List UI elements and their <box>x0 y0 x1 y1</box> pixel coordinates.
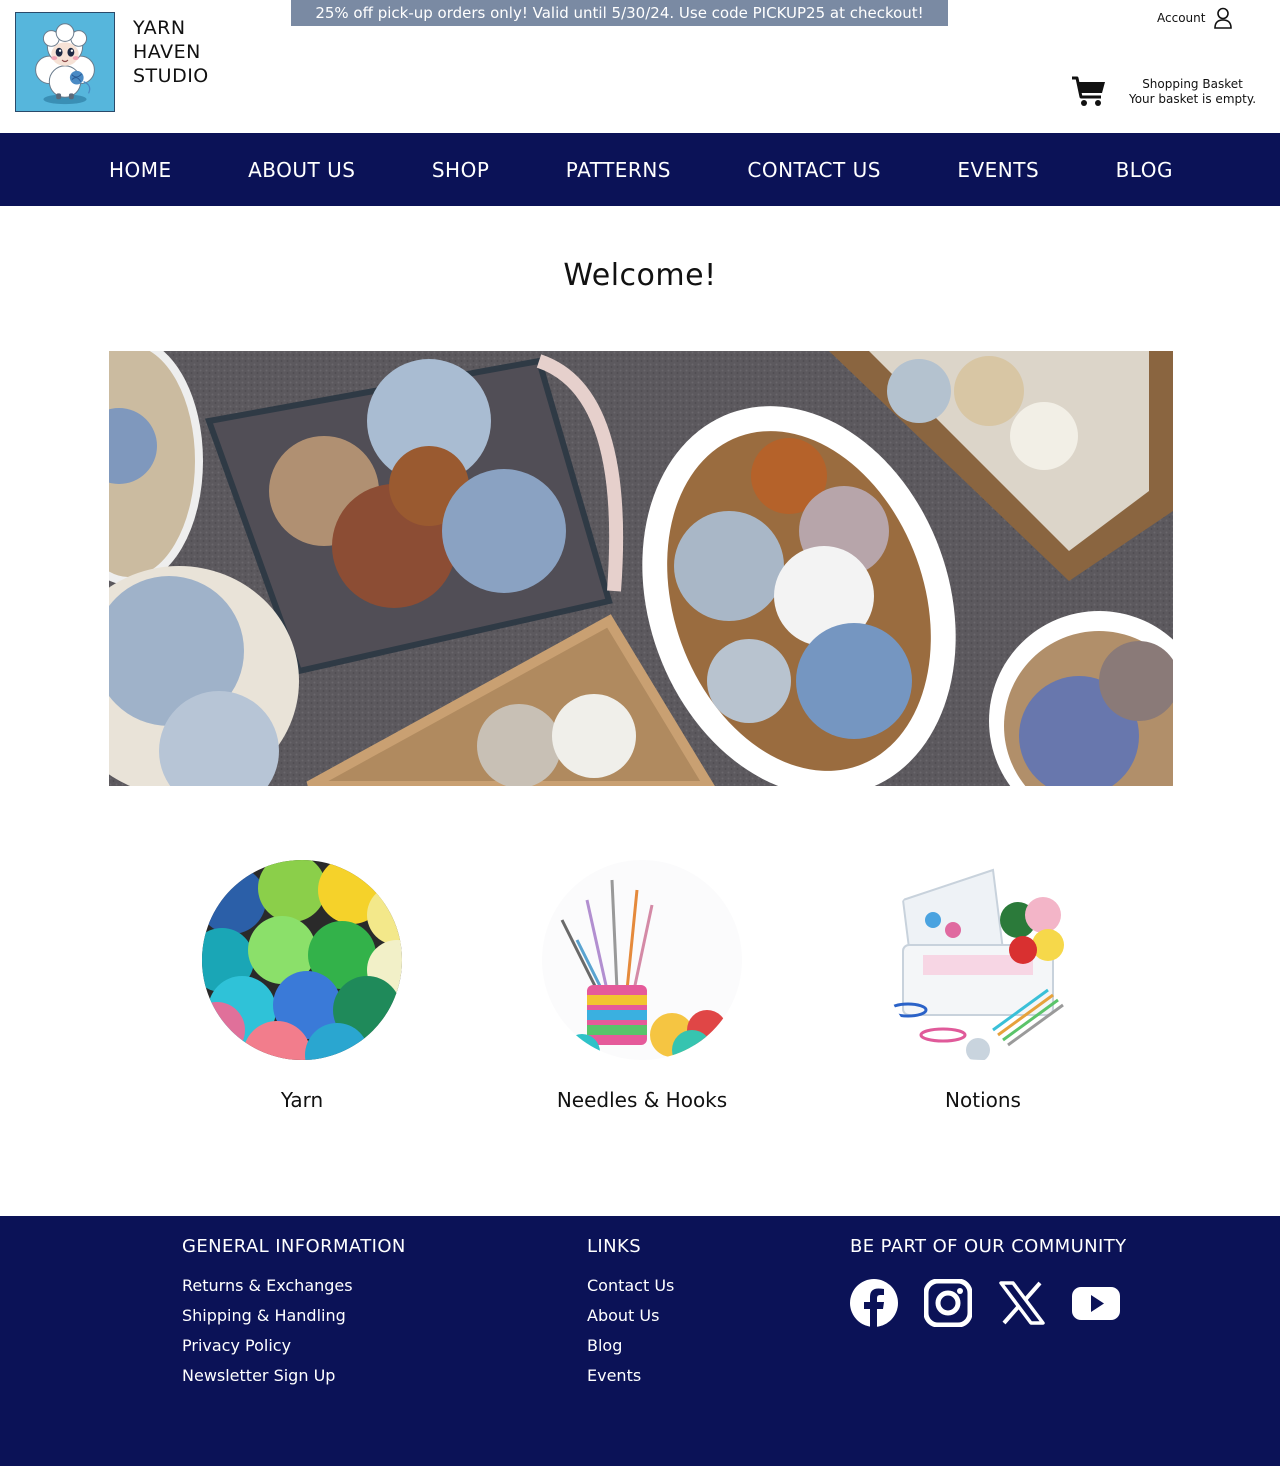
footer-link-blog[interactable]: Blog <box>587 1331 674 1361</box>
footer-link-shipping[interactable]: Shipping & Handling <box>182 1301 406 1331</box>
footer-link-about[interactable]: About Us <box>587 1301 674 1331</box>
footer-heading: LINKS <box>587 1236 642 1257</box>
nav-item-contact-us[interactable]: CONTACT US <box>747 158 881 182</box>
user-icon <box>1214 7 1233 29</box>
brand-name[interactable]: YARN HAVEN STUDIO <box>133 16 209 88</box>
footer-link-privacy[interactable]: Privacy Policy <box>182 1331 406 1361</box>
cart-icon[interactable] <box>1071 73 1107 109</box>
category-label: Needles & Hooks <box>556 1088 728 1112</box>
shopping-basket[interactable]: Shopping Basket Your basket is empty. <box>1115 77 1270 107</box>
brand-line: HAVEN <box>133 41 201 63</box>
main-nav: HOME ABOUT US SHOP PATTERNS CONTACT US E… <box>0 133 1280 206</box>
category-notions[interactable]: Notions <box>853 860 1113 1112</box>
nav-item-about-us[interactable]: ABOUT US <box>248 158 355 182</box>
footer-link-events[interactable]: Events <box>587 1361 674 1391</box>
notions-category-image <box>883 860 1083 1060</box>
nav-item-patterns[interactable]: PATTERNS <box>566 158 671 182</box>
promo-banner: 25% off pick-up orders only! Valid until… <box>291 0 948 26</box>
needles-category-image <box>542 860 742 1060</box>
footer-link-contact[interactable]: Contact Us <box>587 1271 674 1301</box>
category-needles-hooks[interactable]: Needles & Hooks <box>512 860 772 1112</box>
social-links <box>850 1279 1127 1327</box>
account-link[interactable]: Account <box>1157 6 1233 30</box>
nav-item-home[interactable]: HOME <box>109 158 172 182</box>
footer-heading: GENERAL INFORMATION <box>182 1236 406 1257</box>
category-label: Yarn <box>280 1088 324 1112</box>
x-icon[interactable] <box>998 1279 1046 1327</box>
brand-line: STUDIO <box>133 65 209 87</box>
site-footer: GENERAL INFORMATION Returns & Exchanges … <box>0 1216 1280 1466</box>
site-header: YARN HAVEN STUDIO 25% off pick-up orders… <box>0 0 1280 133</box>
brand-line: YARN <box>133 17 186 39</box>
footer-heading: BE PART OF OUR COMMUNITY <box>850 1236 1127 1257</box>
yarn-category-image <box>202 860 402 1060</box>
facebook-icon[interactable] <box>850 1279 898 1327</box>
nav-item-events[interactable]: EVENTS <box>957 158 1039 182</box>
nav-item-blog[interactable]: BLOG <box>1116 158 1173 182</box>
account-label: Account <box>1157 11 1206 25</box>
footer-community: BE PART OF OUR COMMUNITY <box>850 1236 1127 1327</box>
footer-links: LINKS Contact Us About Us Blog Events <box>587 1236 674 1391</box>
basket-status: Your basket is empty. <box>1128 92 1257 106</box>
sheep-logo[interactable] <box>15 12 115 112</box>
footer-general-info: GENERAL INFORMATION Returns & Exchanges … <box>182 1236 406 1391</box>
footer-link-newsletter[interactable]: Newsletter Sign Up <box>182 1361 406 1391</box>
category-yarn[interactable]: Yarn <box>172 860 432 1112</box>
footer-link-returns[interactable]: Returns & Exchanges <box>182 1271 406 1301</box>
page-title: Welcome! <box>563 258 717 293</box>
category-label: Notions <box>945 1088 1021 1112</box>
hero-image <box>109 351 1173 786</box>
youtube-icon[interactable] <box>1072 1279 1120 1327</box>
nav-item-shop[interactable]: SHOP <box>432 158 490 182</box>
instagram-icon[interactable] <box>924 1279 972 1327</box>
basket-title: Shopping Basket <box>1142 77 1243 91</box>
